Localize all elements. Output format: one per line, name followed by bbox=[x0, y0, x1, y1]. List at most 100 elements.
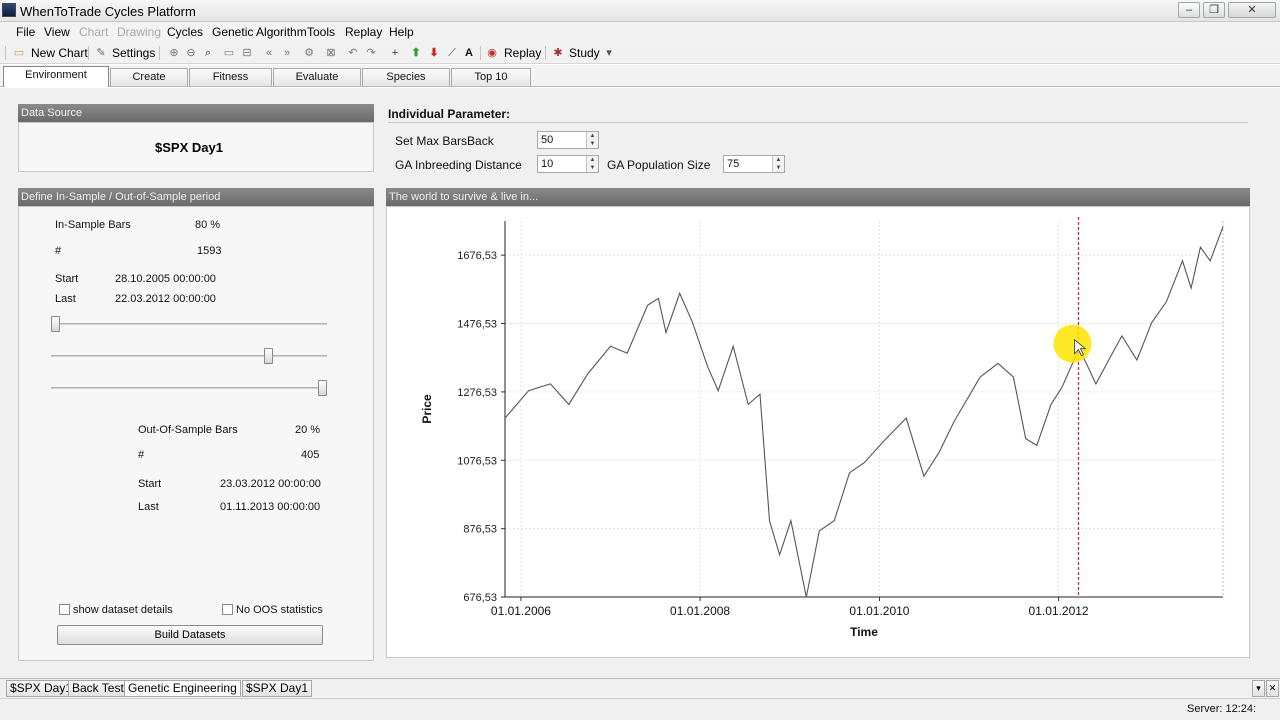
menu-file[interactable]: File bbox=[16, 25, 35, 39]
data-source-panel: $SPX Day1 bbox=[18, 122, 374, 172]
plus-icon[interactable]: + bbox=[388, 46, 402, 60]
inbreeding-stepper[interactable]: 10 ▲ ▼ bbox=[537, 155, 599, 173]
toolbar-separator bbox=[159, 46, 160, 60]
population-value: 75 bbox=[727, 158, 740, 170]
inbreeding-value: 10 bbox=[541, 158, 554, 170]
undo-icon[interactable]: ↶ bbox=[346, 46, 360, 60]
study-icon: ✱ bbox=[553, 47, 563, 59]
no-oos-stats-label: No OOS statistics bbox=[236, 604, 323, 616]
study-button[interactable]: Study bbox=[569, 45, 600, 61]
zoom-in-icon[interactable]: ⊕ bbox=[167, 46, 181, 60]
zoom-fit-icon[interactable]: ⌕ bbox=[201, 46, 215, 60]
params-divider bbox=[388, 122, 1248, 123]
oos-start: 23.03.2012 00:00:00 bbox=[220, 478, 321, 490]
arrow-down-icon[interactable]: ⬇ bbox=[427, 46, 441, 60]
text-icon[interactable]: A bbox=[462, 46, 476, 60]
start-slider-thumb[interactable] bbox=[51, 316, 60, 332]
toolbar-overflow-icon[interactable]: ▾ bbox=[604, 46, 614, 60]
new-chart-button[interactable]: New Chart bbox=[31, 45, 88, 61]
gear-icon[interactable]: ⚙ bbox=[302, 46, 316, 60]
bottom-tab-spx-day1[interactable]: $SPX Day1 bbox=[6, 680, 77, 697]
settings-button[interactable]: Settings bbox=[112, 45, 155, 61]
toolbar-separator bbox=[88, 46, 89, 60]
stepper-arrows-icon[interactable]: ▲ ▼ bbox=[586, 156, 598, 172]
status-bar: Server: 12:24: bbox=[0, 698, 1280, 720]
menu-view[interactable]: View bbox=[44, 25, 70, 39]
menu-drawing[interactable]: Drawing bbox=[117, 25, 161, 39]
bottom-tab-spx-day1-2[interactable]: $SPX Day1 bbox=[242, 680, 313, 697]
show-details-checkbox[interactable] bbox=[59, 604, 70, 615]
toolbar-grip bbox=[5, 46, 6, 60]
no-oos-stats-checkbox[interactable] bbox=[222, 604, 233, 615]
y-tick-label: 1676,53 bbox=[457, 250, 497, 262]
settings-icon: ✎ bbox=[96, 47, 106, 59]
tab-environment[interactable]: Environment bbox=[3, 66, 109, 87]
bottom-tab-back-test[interactable]: Back Test bbox=[68, 680, 128, 697]
bottom-tab-genetic-engineering[interactable]: Genetic Engineering bbox=[124, 680, 241, 697]
period-header: Define In-Sample / Out-of-Sample period bbox=[18, 188, 374, 206]
arrow-up-icon[interactable]: ⬆ bbox=[409, 46, 423, 60]
end-slider-thumb[interactable] bbox=[318, 380, 327, 396]
menu-chart[interactable]: Chart bbox=[79, 25, 108, 39]
redo-icon[interactable]: ↷ bbox=[364, 46, 378, 60]
chart-panel-header: The world to survive & live in... bbox=[386, 188, 1250, 206]
stepper-arrows-icon[interactable]: ▲ ▼ bbox=[772, 156, 784, 172]
y-axis-label: Price bbox=[420, 394, 434, 424]
menu-bar: File View Chart Drawing Cycles Genetic A… bbox=[0, 22, 1280, 42]
oos-last-label: Last bbox=[138, 501, 159, 513]
replay-button[interactable]: Replay bbox=[504, 45, 541, 61]
zoom-out-icon[interactable]: ⊖ bbox=[184, 46, 198, 60]
tab-close-icon[interactable]: ✕ bbox=[1266, 680, 1279, 697]
y-tick-label: 876,53 bbox=[463, 524, 497, 536]
population-stepper[interactable]: 75 ▲ ▼ bbox=[723, 155, 785, 173]
x-tick-label: 01.01.2012 bbox=[1029, 604, 1089, 618]
in-sample-start-label: Start bbox=[55, 273, 79, 285]
close-button[interactable]: ✕ bbox=[1228, 2, 1276, 18]
bottom-tab-bar: $SPX Day1 Back Test Genetic Engineering … bbox=[0, 678, 1280, 698]
replay-icon: ◉ bbox=[487, 47, 497, 59]
tab-fitness[interactable]: Fitness bbox=[189, 68, 272, 86]
y-tick-label: 1476,53 bbox=[457, 319, 497, 331]
stepper-arrows-icon[interactable]: ▲ ▼ bbox=[586, 132, 598, 148]
params-header: Individual Parameter: bbox=[388, 107, 511, 121]
price-chart[interactable]: 676,53 876,53 1076,53 1276,53 1476,53 1676,53… bbox=[387, 207, 1249, 657]
window-title: WhenToTrade Cycles Platform bbox=[20, 4, 196, 19]
max-bars-stepper[interactable]: 50 ▲ ▼ bbox=[537, 131, 599, 149]
minimize-button[interactable]: – bbox=[1178, 2, 1200, 18]
menu-tools[interactable]: Tools bbox=[307, 25, 335, 39]
tab-species[interactable]: Species bbox=[362, 68, 450, 86]
menu-genetic-algorithm[interactable]: Genetic Algorithm bbox=[212, 25, 307, 39]
menu-help[interactable]: Help bbox=[389, 25, 414, 39]
rewind-icon[interactable]: « bbox=[262, 46, 276, 60]
menu-cycles[interactable]: Cycles bbox=[167, 25, 203, 39]
y-tick-label: 1076,53 bbox=[457, 455, 497, 467]
window-icon[interactable]: ▭ bbox=[222, 46, 236, 60]
menu-replay[interactable]: Replay bbox=[345, 25, 382, 39]
slider-track bbox=[51, 387, 327, 389]
main-area: Data Source $SPX Day1 Define In-Sample /… bbox=[0, 88, 1280, 678]
x-tick-label: 01.01.2008 bbox=[670, 604, 730, 618]
in-sample-label: In-Sample Bars bbox=[55, 219, 131, 231]
title-bar: WhenToTrade Cycles Platform – ❐ ✕ bbox=[0, 0, 1280, 22]
line-draw-icon[interactable]: ⟋ bbox=[445, 46, 459, 60]
data-source-value: $SPX Day1 bbox=[155, 140, 223, 155]
data-source-header: Data Source bbox=[18, 104, 374, 122]
y-tick-label: 676,53 bbox=[463, 592, 497, 604]
build-datasets-button[interactable]: Build Datasets bbox=[57, 625, 323, 645]
split-slider-thumb[interactable] bbox=[264, 348, 273, 364]
x-axis-label: Time bbox=[850, 625, 878, 639]
server-time: Server: 12:24: bbox=[1187, 703, 1257, 715]
x-tick-label: 01.01.2010 bbox=[849, 604, 909, 618]
crosshair-icon[interactable]: ⊠ bbox=[324, 46, 338, 60]
window-split-icon[interactable]: ⊟ bbox=[240, 46, 254, 60]
tab-evaluate[interactable]: Evaluate bbox=[273, 68, 361, 86]
toolbar-separator bbox=[480, 46, 481, 60]
tab-create[interactable]: Create bbox=[110, 68, 188, 86]
in-sample-count-label: # bbox=[55, 245, 62, 257]
inbreeding-label: GA Inbreeding Distance bbox=[395, 158, 522, 172]
maximize-button[interactable]: ❐ bbox=[1203, 2, 1225, 18]
tab-list-icon[interactable]: ▾ bbox=[1252, 680, 1265, 697]
population-label: GA Population Size bbox=[607, 158, 711, 172]
forward-icon[interactable]: » bbox=[280, 46, 294, 60]
tab-top-10[interactable]: Top 10 bbox=[451, 68, 531, 86]
